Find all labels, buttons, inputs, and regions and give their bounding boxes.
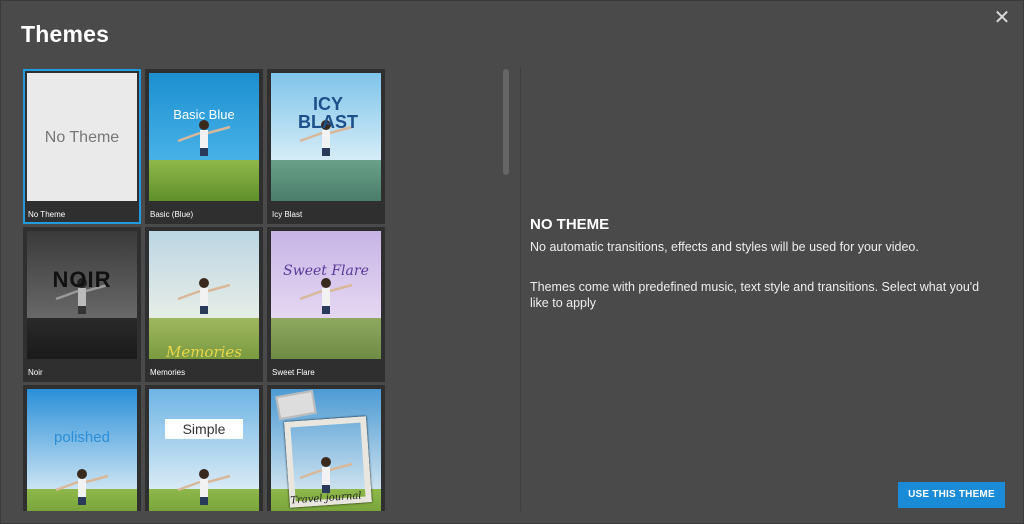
theme-tile-no-theme[interactable]: No Theme No Theme: [23, 69, 141, 224]
selected-theme-name: NO THEME: [530, 216, 610, 233]
thumbnail-title: No Theme: [44, 129, 120, 146]
themes-dialog: Themes ✕ No Theme No Theme Basic Blue Ba…: [0, 0, 1024, 524]
theme-tile-sweet-flare[interactable]: Sweet Flare Sweet Flare: [267, 227, 385, 382]
theme-tile-icy-blast[interactable]: ICY BLAST Icy Blast: [267, 69, 385, 224]
theme-thumbnail: Memories: [149, 231, 259, 359]
thumbnail-title: NOIR: [52, 267, 112, 292]
theme-tile-polished[interactable]: polished: [23, 385, 141, 511]
panel-divider: [520, 67, 521, 511]
theme-thumbnail: Travel journal: [271, 389, 381, 511]
theme-caption: Memories: [150, 368, 186, 377]
theme-caption: Sweet Flare: [272, 368, 315, 377]
theme-thumbnail: No Theme: [27, 73, 137, 201]
theme-thumbnail: NOIR: [27, 231, 137, 359]
theme-caption: No Theme: [28, 210, 66, 219]
girl-silhouette-icon: [177, 120, 231, 157]
thumbnail-title: polished: [54, 429, 110, 446]
selected-theme-description: No automatic transitions, effects and st…: [530, 240, 919, 254]
close-icon[interactable]: ✕: [991, 7, 1013, 29]
dialog-title: Themes: [21, 21, 110, 47]
theme-thumbnail: Simple: [149, 389, 259, 511]
theme-grid: No Theme No Theme Basic Blue Basic (Blue…: [21, 67, 501, 511]
theme-details: NO THEME No automatic transitions, effec…: [530, 216, 1000, 311]
grid-scrollbar-thumb[interactable]: [503, 69, 509, 175]
themes-help-text: Themes come with predefined music, text …: [530, 280, 980, 310]
theme-thumbnail: ICY BLAST: [271, 73, 381, 201]
theme-tile-memories[interactable]: Memories Memories: [145, 227, 263, 382]
thumbnail-title: Sweet Flare: [283, 263, 369, 279]
thumbnail-title: ICY BLAST: [298, 94, 358, 132]
theme-caption: Basic (Blue): [150, 210, 194, 219]
theme-caption: Icy Blast: [272, 210, 303, 219]
theme-thumbnail: polished: [27, 389, 137, 511]
theme-caption: Noir: [28, 368, 43, 377]
thumbnail-title: Memories: [165, 343, 243, 359]
thumbnail-title: Basic Blue: [173, 107, 235, 122]
girl-silhouette-icon: [55, 468, 109, 505]
theme-thumbnail: Sweet Flare: [271, 231, 381, 359]
theme-tile-travel-journal[interactable]: Travel journal: [267, 385, 385, 511]
theme-tile-simple[interactable]: Simple: [145, 385, 263, 511]
theme-tile-noir[interactable]: NOIR Noir: [23, 227, 141, 382]
theme-tile-basic-blue[interactable]: Basic Blue Basic (Blue): [145, 69, 263, 224]
girl-silhouette-icon: [177, 468, 231, 505]
girl-silhouette-icon: [177, 278, 231, 315]
use-this-theme-button[interactable]: USE THIS THEME: [898, 482, 1005, 508]
girl-silhouette-icon: [299, 278, 353, 315]
thumbnail-title: Simple: [165, 419, 243, 439]
theme-thumbnail: Basic Blue: [149, 73, 259, 201]
